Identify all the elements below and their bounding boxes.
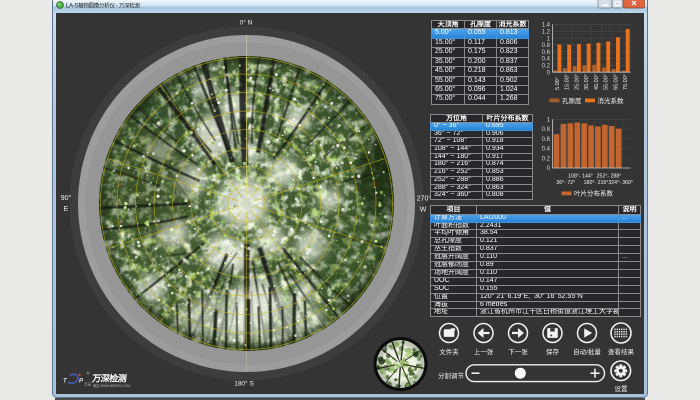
svg-text:LA-S植物图像分析仪 - 万深检测: LA-S植物图像分析仪 - 万深检测 <box>66 2 140 10</box>
